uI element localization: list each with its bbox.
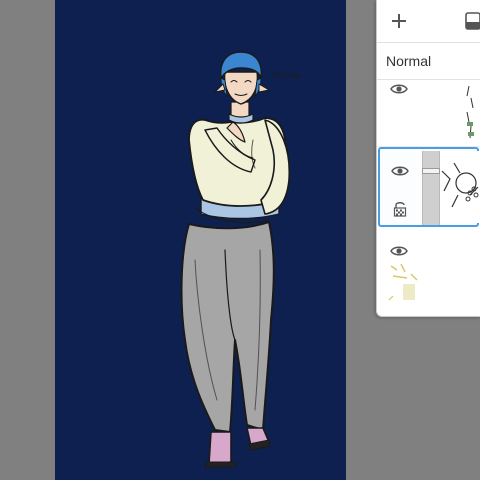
blend-mode-value: Normal [386,53,432,69]
layer-item[interactable] [377,80,480,147]
alpha-lock-icon[interactable] [393,201,407,217]
workspace: Hi bride... Normal [0,0,480,480]
layer-item-selected[interactable] [378,147,480,227]
layers-panel: Normal [376,0,480,317]
layer-item[interactable] [377,232,480,310]
layers-toolbar [377,0,480,43]
opacity-slider-handle[interactable] [422,168,440,174]
layer-thumbnail [461,82,480,142]
layer-thumbnail [387,260,427,304]
eye-icon[interactable] [390,245,408,257]
plus-icon [392,14,406,28]
layer-opacity-slider[interactable] [422,151,440,225]
eye-icon[interactable] [390,83,408,95]
layer-mask-icon [465,12,480,30]
drawing-canvas[interactable]: Hi bride... [55,0,346,480]
layer-thumbnail [440,151,480,223]
layer-mask-button[interactable] [465,12,480,30]
add-layer-button[interactable] [387,9,411,33]
scribble-text: Hi bride... [273,71,307,80]
artwork: Hi bride... [55,0,346,480]
eye-icon[interactable] [391,165,409,177]
blend-mode-selector[interactable]: Normal [377,43,480,80]
